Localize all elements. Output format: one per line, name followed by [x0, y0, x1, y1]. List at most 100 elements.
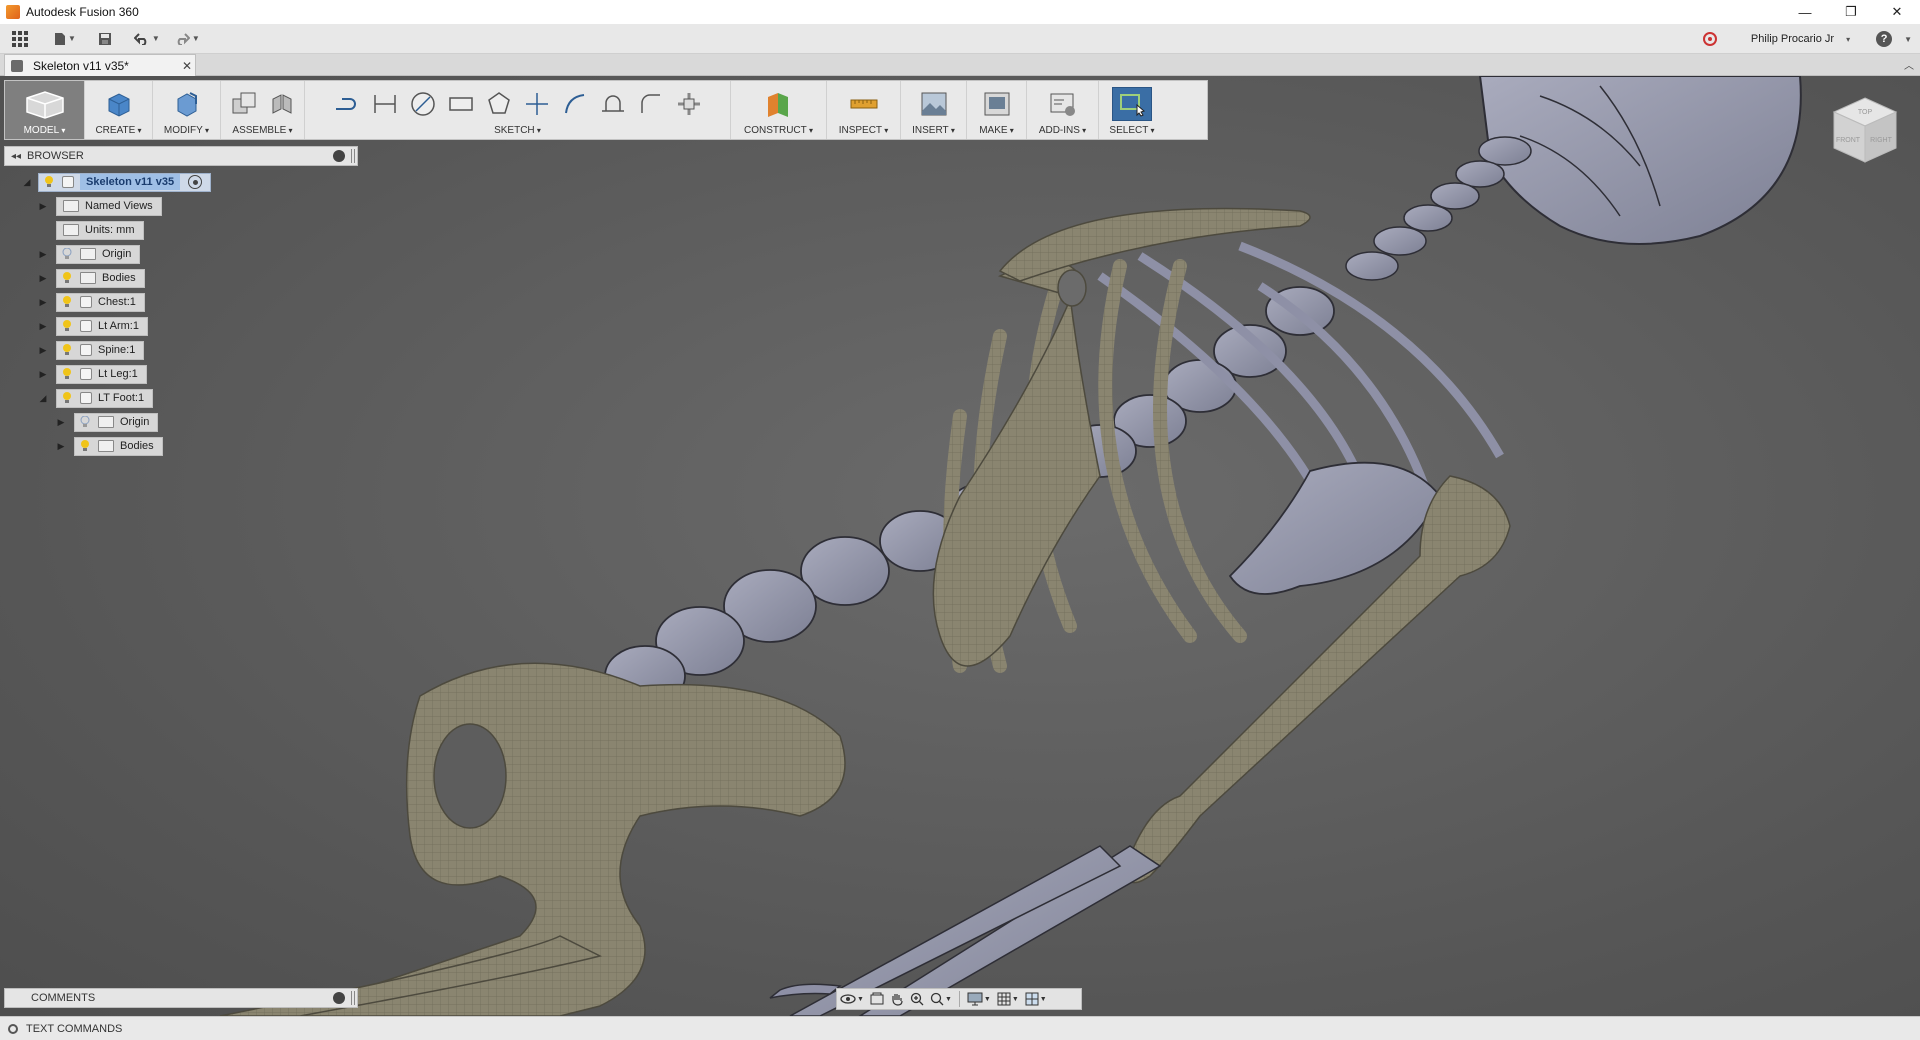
rectangle-icon [448, 97, 473, 111]
tree-row-root: ◢ Skeleton v11 v35 [20, 172, 212, 192]
document-icon [11, 59, 23, 72]
tree-node-named-views[interactable]: Named Views [56, 196, 162, 216]
record-icon[interactable] [1702, 32, 1717, 46]
visibility-bulb-icon[interactable] [42, 175, 56, 189]
insert-menu[interactable]: INSERT [901, 81, 967, 139]
viewcube-front-label[interactable]: FRONT [1836, 137, 1861, 144]
skeleton-model[interactable] [0, 76, 1920, 1016]
text-commands-bar[interactable]: TEXT COMMANDS [0, 1016, 1920, 1040]
tree-node-foot-bodies[interactable]: Bodies [74, 436, 163, 456]
folder-icon [63, 200, 79, 212]
modify-menu[interactable]: MODIFY [153, 81, 221, 139]
tree-node-units[interactable]: Units: mm [56, 220, 144, 240]
expand-arrow-icon[interactable]: ▶ [36, 271, 50, 285]
save-icon[interactable] [98, 27, 112, 51]
view-cube[interactable]: TOP FRONT RIGHT [1826, 92, 1904, 170]
viewports-icon[interactable]: ▼ [1022, 989, 1050, 1009]
restore-button[interactable]: ❐ [1828, 0, 1874, 24]
project-icon [677, 93, 700, 115]
new-component-icon [232, 92, 255, 114]
undo-icon[interactable]: ▼ [133, 27, 160, 51]
insert-label: INSERT [912, 125, 955, 136]
display-settings-icon[interactable]: ▼ [964, 989, 994, 1009]
workspace-model-button[interactable]: MODEL [5, 81, 85, 139]
visibility-bulb-icon[interactable] [78, 439, 92, 453]
make-menu[interactable]: MAKE [967, 81, 1027, 139]
zoom-icon[interactable] [907, 989, 927, 1009]
visibility-bulb-icon[interactable] [78, 415, 92, 429]
tree-label: Bodies [102, 272, 136, 284]
file-menu-icon[interactable]: ▼ [54, 27, 76, 51]
grid-settings-icon[interactable]: ▼ [994, 989, 1022, 1009]
expand-arrow-icon[interactable]: ▶ [54, 415, 68, 429]
viewcube-right-label[interactable]: RIGHT [1870, 137, 1893, 144]
zoom-window-icon[interactable]: ▼ [927, 989, 955, 1009]
tab-close-icon[interactable]: ✕ [179, 59, 195, 73]
construct-menu[interactable]: CONSTRUCT [731, 81, 827, 139]
tree-node-root[interactable]: Skeleton v11 v35 [38, 172, 212, 192]
visibility-bulb-icon[interactable] [60, 247, 74, 261]
tree-row-bodies: ▶ Bodies [36, 268, 145, 288]
comments-panel-header[interactable]: COMMENTS [4, 988, 358, 1008]
help-icon[interactable]: ? [1876, 31, 1893, 47]
tree-node-foot-origin[interactable]: Origin [74, 412, 159, 432]
minimize-button[interactable]: — [1782, 0, 1828, 24]
tree-node-spine[interactable]: Spine:1 [56, 340, 145, 360]
orbit-icon[interactable]: ▼ [837, 989, 867, 1009]
assemble-label: ASSEMBLE [232, 125, 292, 136]
collapse-arrow-icon[interactable]: ◢ [36, 391, 50, 405]
activate-target-icon[interactable] [188, 175, 203, 189]
user-name[interactable]: Philip Procario Jr [1751, 33, 1834, 45]
help-caret[interactable]: ▼ [1904, 35, 1912, 44]
root-expand-icon[interactable]: ◢ [20, 175, 34, 189]
select-menu[interactable]: SELECT [1099, 81, 1165, 139]
visibility-bulb-icon[interactable] [60, 343, 74, 357]
tree-node-chest[interactable]: Chest:1 [56, 292, 145, 312]
expand-arrow-icon[interactable]: ▶ [36, 199, 50, 213]
user-menu-caret[interactable]: ▾ [1846, 35, 1850, 44]
data-panel-grid-icon[interactable] [12, 27, 28, 51]
comments-add-icon[interactable] [333, 992, 345, 1004]
sketch-menu[interactable]: SKETCH [305, 81, 731, 139]
visibility-bulb-icon[interactable] [60, 367, 74, 381]
tree-node-lt-arm[interactable]: Lt Arm:1 [56, 316, 148, 336]
ribbon-toolbar: MODEL CREATE MODIFY ASSEMBLE [4, 80, 1208, 140]
text-commands-icon[interactable] [8, 1023, 18, 1034]
visibility-bulb-icon[interactable] [60, 295, 74, 309]
quick-access-bar: ▼ ▼ ▼ Philip Procario Jr ▾ ? ▼ [0, 24, 1920, 54]
assemble-menu[interactable]: ASSEMBLE [221, 81, 305, 139]
browser-pin-icon[interactable] [333, 150, 345, 162]
comments-resize-handle[interactable] [351, 991, 355, 1005]
expand-arrow-icon[interactable]: ▶ [36, 343, 50, 357]
component-icon [80, 296, 92, 308]
canvas-viewport[interactable] [0, 76, 1920, 1016]
inspect-menu[interactable]: INSPECT [827, 81, 901, 139]
visibility-bulb-icon[interactable] [60, 319, 74, 333]
close-button[interactable]: ✕ [1874, 0, 1920, 24]
collapse-chevron-icon[interactable]: ︿ [1904, 57, 1914, 72]
expand-arrow-icon[interactable]: ▶ [36, 295, 50, 309]
expand-arrow-icon[interactable]: ▶ [36, 247, 50, 261]
3d-print-icon [984, 92, 1009, 116]
modify-label: MODIFY [164, 125, 209, 136]
pan-hand-icon[interactable] [887, 989, 907, 1009]
tree-node-bodies[interactable]: Bodies [56, 268, 145, 288]
expand-arrow-icon[interactable]: ▶ [36, 319, 50, 333]
tree-node-lt-leg[interactable]: Lt Leg:1 [56, 364, 147, 384]
document-tab[interactable]: Skeleton v11 v35* ✕ [4, 54, 196, 76]
browser-resize-handle[interactable] [351, 149, 355, 163]
visibility-bulb-icon[interactable] [60, 391, 74, 405]
create-menu[interactable]: CREATE [85, 81, 153, 139]
browser-panel-header[interactable]: ◂◂ BROWSER [4, 146, 358, 166]
offset-icon [601, 95, 624, 112]
expand-arrow-icon[interactable]: ▶ [54, 439, 68, 453]
expand-arrow-icon[interactable]: ▶ [36, 367, 50, 381]
viewcube-top-label[interactable]: TOP [1858, 109, 1873, 116]
look-at-icon[interactable] [867, 989, 887, 1009]
visibility-bulb-icon[interactable] [60, 271, 74, 285]
browser-collapse-icon[interactable]: ◂◂ [5, 151, 27, 162]
add-ins-menu[interactable]: ADD-INS [1027, 81, 1099, 139]
redo-icon[interactable]: ▼ [174, 27, 200, 51]
tree-node-origin[interactable]: Origin [56, 244, 141, 264]
tree-node-lt-foot[interactable]: LT Foot:1 [56, 388, 154, 408]
